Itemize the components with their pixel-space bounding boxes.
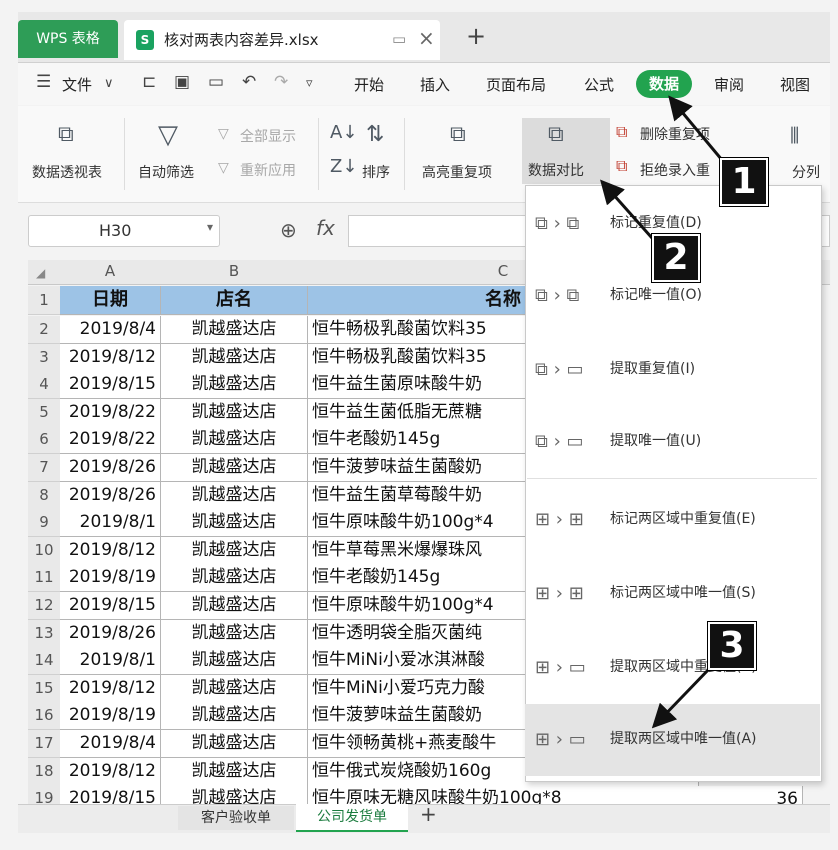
callout-3: 3 [708, 622, 756, 670]
annotation-arrows [600, 95, 724, 729]
arrow-2 [600, 179, 654, 239]
callout-2: 2 [652, 234, 700, 282]
callout-1: 1 [720, 158, 768, 206]
arrow-3 [651, 666, 712, 729]
arrow-1 [668, 95, 724, 161]
